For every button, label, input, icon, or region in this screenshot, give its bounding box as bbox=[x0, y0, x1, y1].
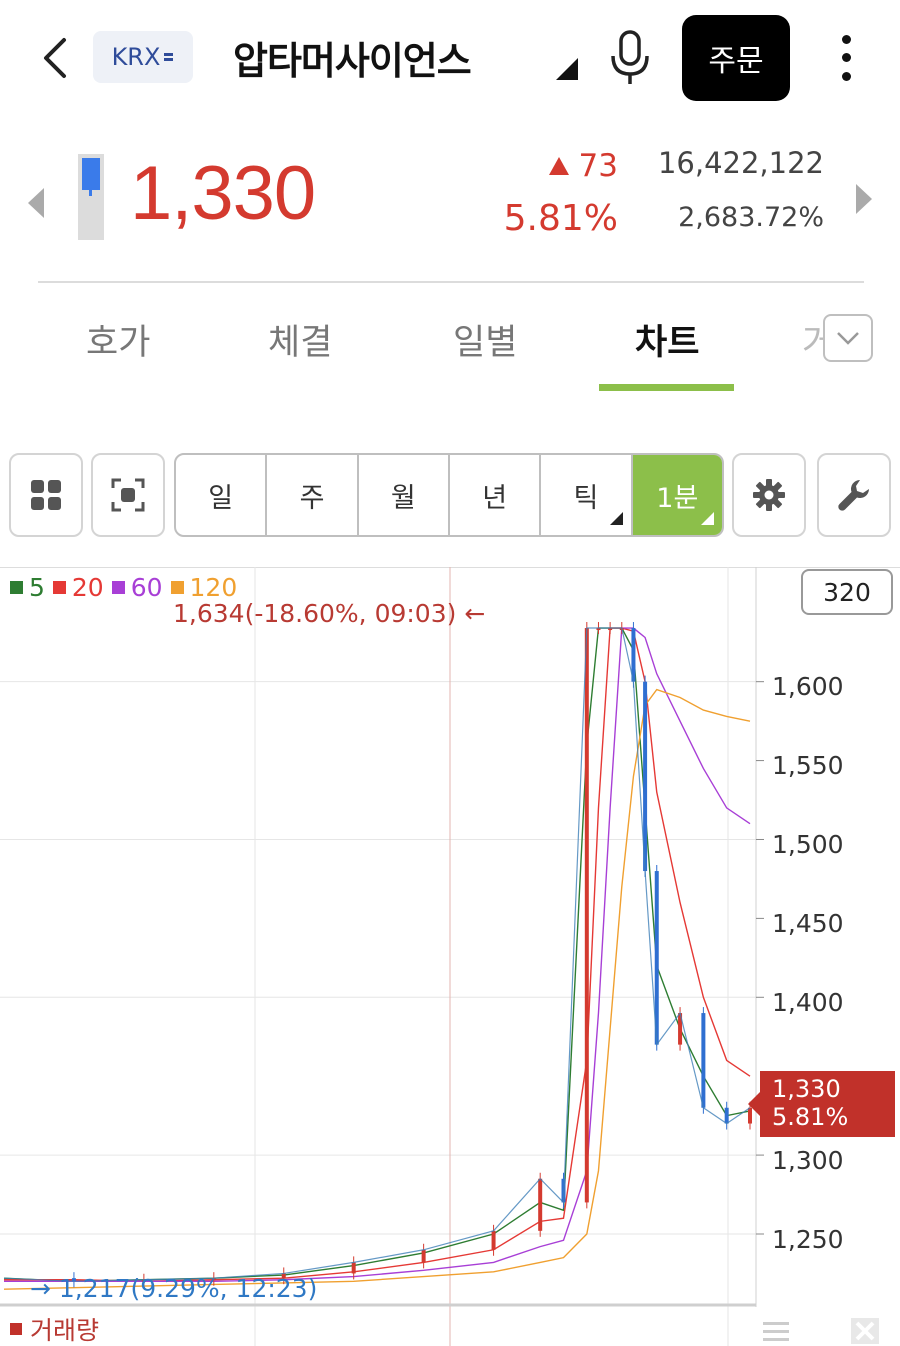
price-candle bbox=[701, 1013, 706, 1108]
submenu-corner-icon bbox=[700, 512, 714, 525]
price-change-percent: 5.81% bbox=[503, 198, 618, 239]
moving-average-legend: 5 20 60 120 bbox=[10, 573, 237, 602]
voice-search-button[interactable] bbox=[606, 28, 654, 88]
high-price-annotation: 1,634(-18.60%, 09:03) ← bbox=[173, 599, 486, 628]
period-1min[interactable]: 1분 bbox=[632, 455, 722, 535]
pane-menu-icon[interactable] bbox=[761, 1319, 791, 1345]
ma-line-120 bbox=[3, 688, 751, 1290]
wrench-icon bbox=[838, 480, 869, 511]
chart-canvas[interactable] bbox=[0, 567, 900, 1346]
data-count-box[interactable]: 320 bbox=[801, 569, 893, 615]
volume-ratio: 2,683.72% bbox=[678, 202, 824, 233]
price-candle bbox=[724, 1107, 729, 1124]
tab-chart[interactable]: 차트 bbox=[635, 314, 699, 365]
price-range-bar bbox=[78, 154, 104, 240]
pane-close-icon[interactable] bbox=[850, 1317, 880, 1345]
fullscreen-button[interactable] bbox=[91, 453, 165, 537]
volume-pane-label: 거래량 bbox=[10, 1311, 99, 1346]
low-price-annotation: → 1,217(9.29%, 12:23) bbox=[30, 1274, 318, 1303]
tab-bar: 호가 체결 일별 차트 거 bbox=[0, 300, 900, 395]
fullscreen-icon bbox=[111, 478, 145, 512]
back-button[interactable] bbox=[30, 30, 80, 86]
price-candle bbox=[351, 1262, 356, 1274]
legend-ma20: 20 bbox=[52, 573, 104, 602]
prev-stock-arrow-icon[interactable] bbox=[28, 188, 44, 218]
active-tab-indicator bbox=[599, 384, 734, 391]
grid-icon bbox=[31, 480, 61, 510]
layout-button[interactable] bbox=[9, 453, 83, 537]
y-tick-label: 1,600 bbox=[772, 672, 844, 701]
price-change: 73 bbox=[548, 148, 618, 184]
mic-icon bbox=[611, 30, 649, 84]
submenu-corner-icon bbox=[609, 512, 623, 525]
price-candle bbox=[538, 1178, 543, 1231]
top-app-bar: KRX 압타머사이언스 주문 bbox=[0, 0, 900, 118]
period-month[interactable]: 월 bbox=[359, 455, 450, 535]
tools-button[interactable] bbox=[817, 453, 891, 537]
divider bbox=[38, 281, 864, 283]
trade-volume: 16,422,122 bbox=[657, 146, 824, 180]
y-tick-label: 1,400 bbox=[772, 988, 844, 1017]
gear-icon bbox=[753, 479, 785, 511]
legend-ma60: 60 bbox=[111, 573, 163, 602]
period-tick[interactable]: 틱 bbox=[541, 455, 633, 535]
chevron-down-icon bbox=[837, 332, 859, 345]
exchange-badge[interactable]: KRX bbox=[93, 31, 193, 83]
current-price-tag-pct: 5.81% bbox=[772, 1103, 849, 1131]
switch-icon bbox=[164, 53, 174, 61]
stock-dropdown-icon[interactable] bbox=[556, 58, 578, 80]
price-line bbox=[3, 627, 751, 1282]
settings-button[interactable] bbox=[732, 453, 806, 537]
price-chart[interactable]: 5 20 60 120 1,634(-18.60%, 09:03) ← → 1,… bbox=[0, 567, 900, 1346]
ma-line-60 bbox=[4, 627, 751, 1283]
period-day[interactable]: 일 bbox=[176, 455, 268, 535]
chart-toolbar: 일 주 월 년 틱 1분 bbox=[0, 450, 900, 542]
next-stock-arrow-icon[interactable] bbox=[856, 184, 872, 214]
tab-orderbook[interactable]: 호가 bbox=[86, 314, 150, 365]
price-summary: 1,330 73 5.81% 16,422,122 2,683.72% bbox=[0, 120, 900, 285]
legend-ma5: 5 bbox=[10, 573, 45, 602]
period-week[interactable]: 주 bbox=[267, 455, 359, 535]
price-candle bbox=[421, 1249, 426, 1263]
y-tick-label: 1,550 bbox=[772, 751, 844, 780]
y-tick-label: 1,500 bbox=[772, 830, 844, 859]
y-tick-label: 1,300 bbox=[772, 1146, 844, 1175]
price-candle bbox=[584, 628, 589, 1203]
more-vertical-icon bbox=[841, 34, 851, 44]
ma-line-20 bbox=[4, 627, 751, 1283]
price-change-value: 73 bbox=[578, 148, 618, 184]
tab-expand-button[interactable] bbox=[823, 314, 873, 362]
more-menu-button[interactable] bbox=[826, 30, 866, 86]
up-triangle-icon bbox=[548, 157, 569, 175]
period-selector: 일 주 월 년 틱 1분 bbox=[174, 453, 724, 537]
period-year[interactable]: 년 bbox=[450, 455, 542, 535]
price-candle bbox=[491, 1230, 496, 1250]
current-price-tag: 1,330 5.81% bbox=[748, 1071, 895, 1137]
legend-ma120: 120 bbox=[170, 573, 237, 602]
order-button[interactable]: 주문 bbox=[682, 15, 790, 101]
ma-line-5 bbox=[3, 627, 751, 1283]
tab-trades[interactable]: 체결 bbox=[268, 314, 332, 365]
exchange-label: KRX bbox=[111, 43, 161, 71]
current-price-tag-value: 1,330 bbox=[772, 1075, 841, 1103]
stock-name[interactable]: 압타머사이언스 bbox=[233, 30, 472, 85]
back-arrow-icon bbox=[44, 38, 66, 78]
current-price: 1,330 bbox=[130, 151, 316, 236]
y-tick-label: 1,250 bbox=[772, 1225, 844, 1254]
y-tick-label: 1,450 bbox=[772, 909, 844, 938]
tab-daily[interactable]: 일별 bbox=[453, 314, 517, 365]
